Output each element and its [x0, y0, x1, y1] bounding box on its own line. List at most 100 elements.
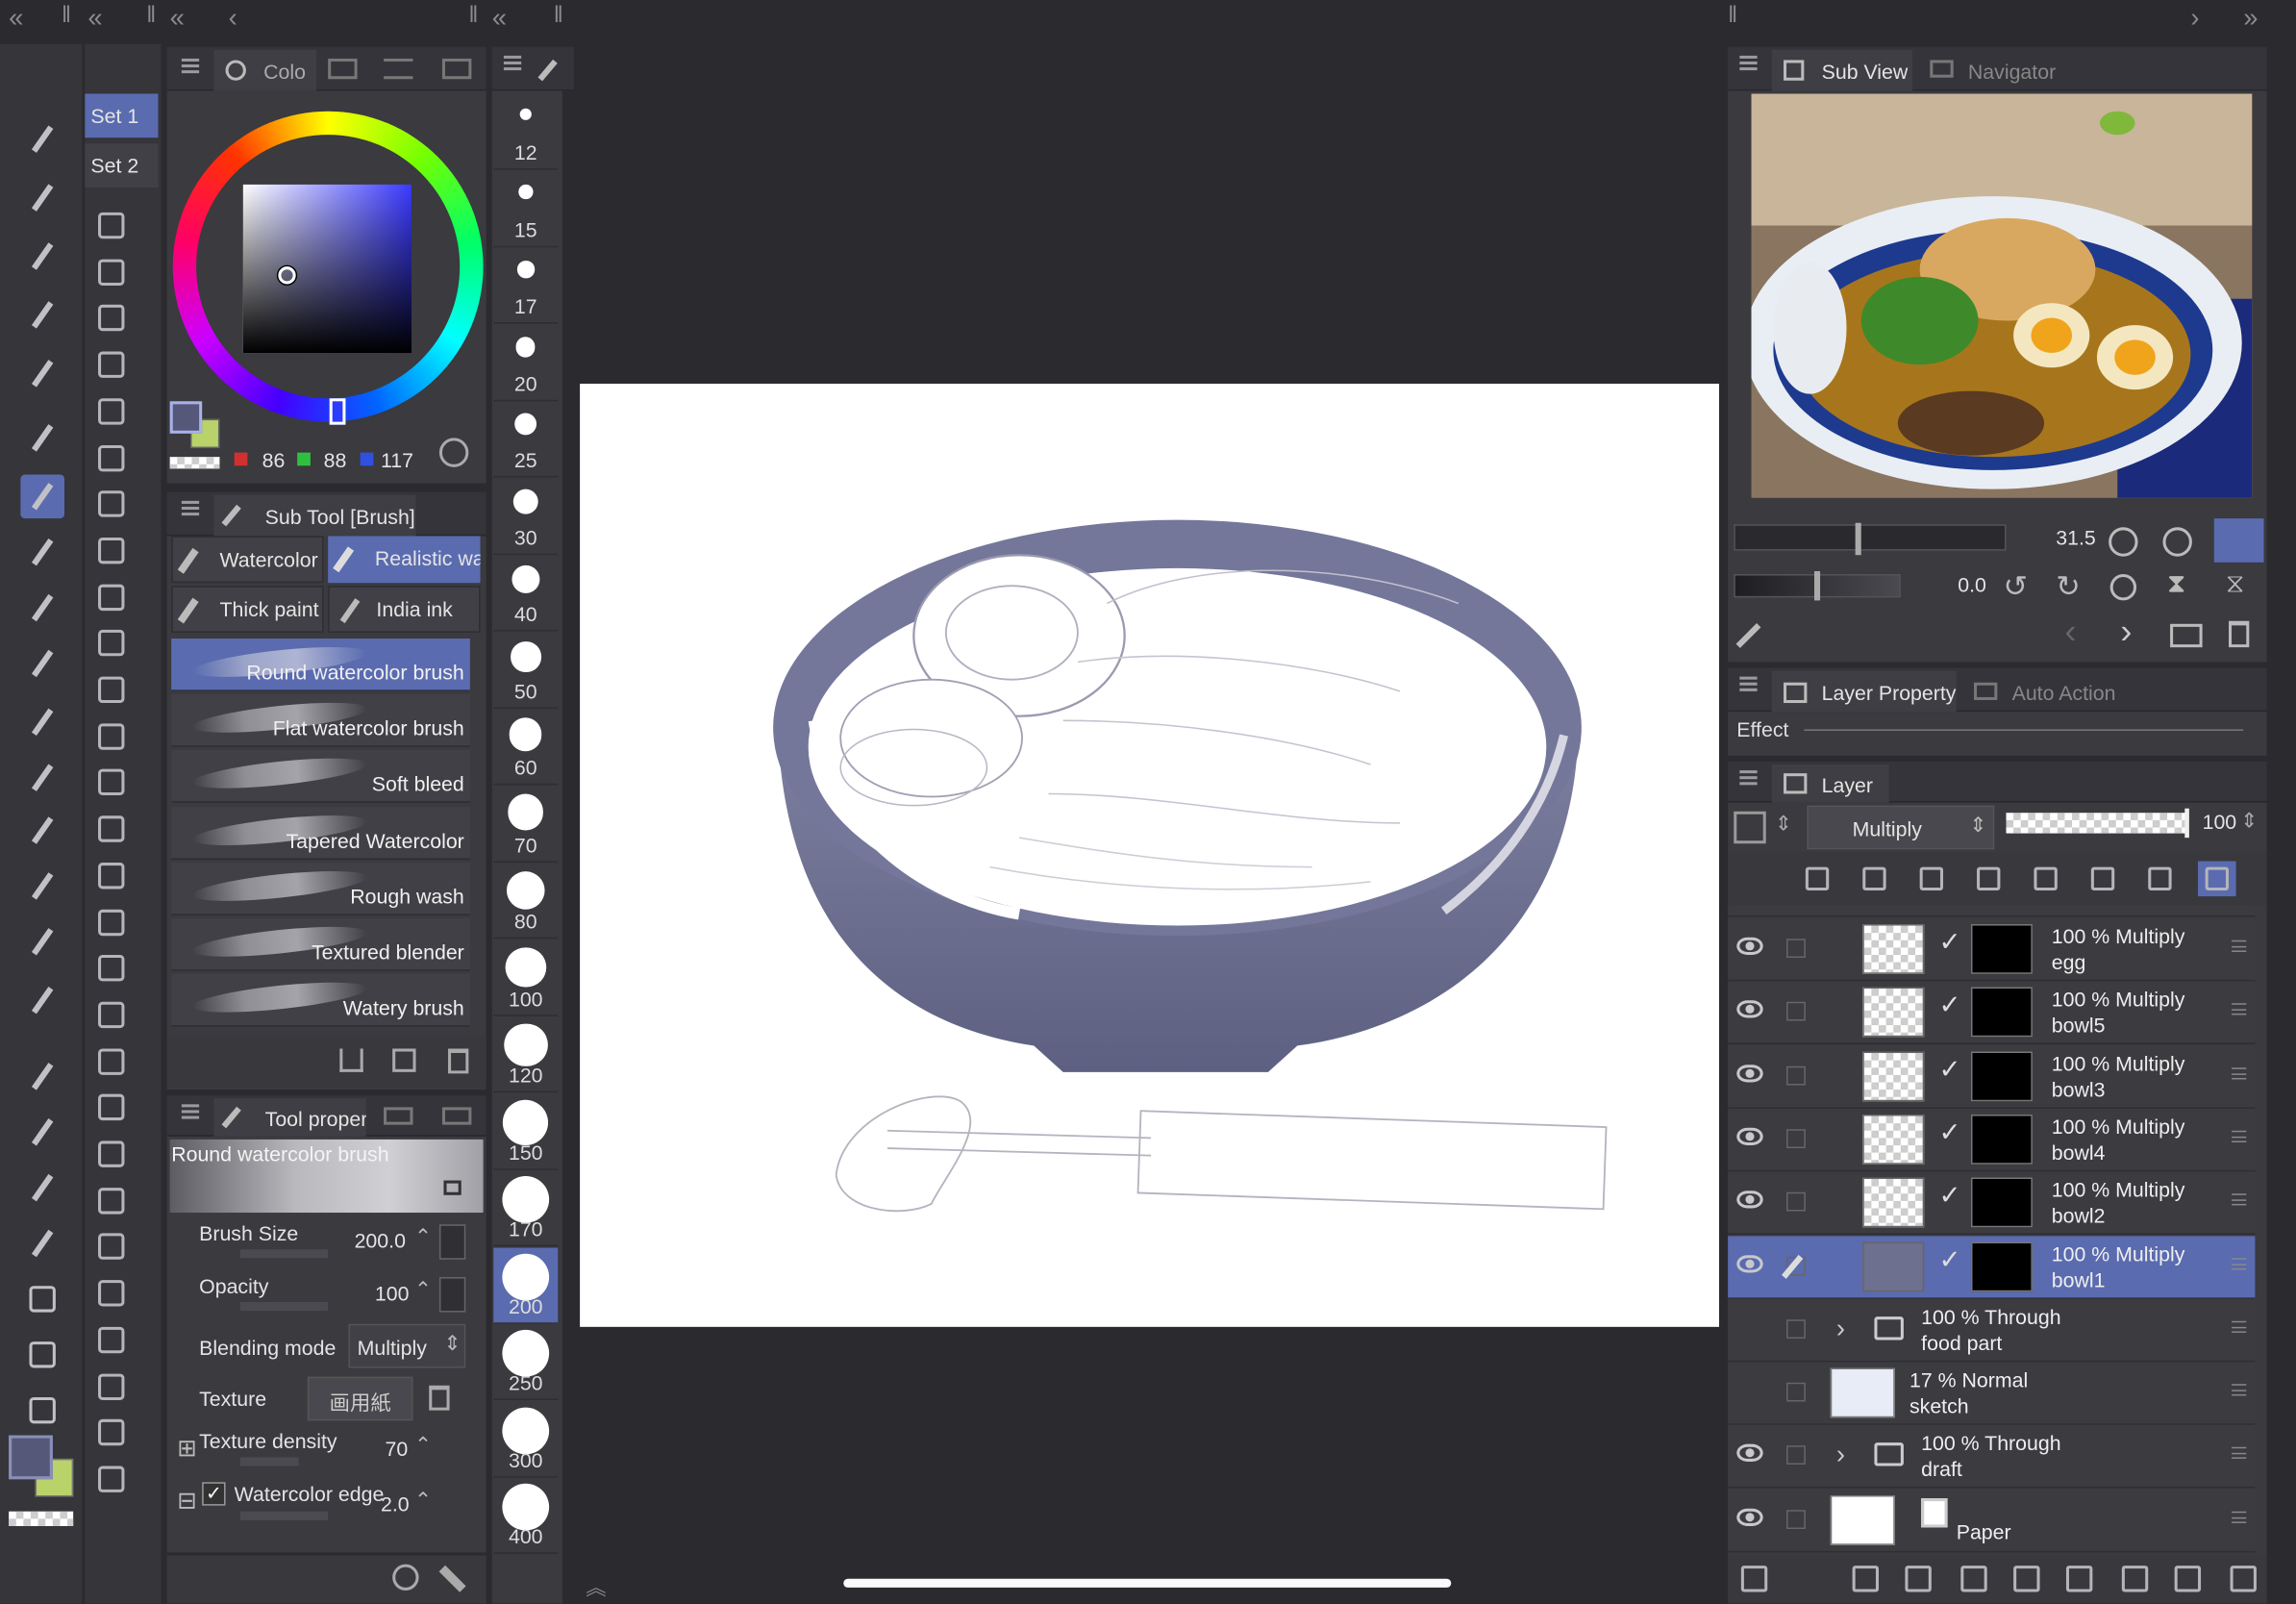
eyedropper-tool-icon[interactable] — [20, 1221, 64, 1266]
text-tool-icon-extra[interactable] — [20, 1277, 64, 1321]
layer-select-checkbox[interactable] — [1786, 1192, 1806, 1212]
panel-split-icon-2[interactable]: ‖ — [146, 3, 156, 29]
layer-select-checkbox[interactable] — [1786, 1509, 1806, 1529]
fit-view-button[interactable] — [2213, 518, 2264, 563]
create-mask-icon[interactable] — [2117, 1562, 2153, 1597]
next-image-icon[interactable]: › — [2120, 613, 2132, 654]
clear-command-icon[interactable] — [90, 576, 132, 617]
layer-row[interactable]: 17 % Normal sketch — [1728, 1362, 2256, 1426]
tool-property-tab[interactable]: Tool proper — [213, 1098, 366, 1137]
subtool-group-india-ink[interactable]: India ink — [328, 586, 481, 633]
layer-opacity-value[interactable]: 100 — [2203, 810, 2237, 833]
navigator-tab[interactable]: Navigator — [1921, 50, 2061, 91]
drag-handle-icon[interactable] — [2232, 1384, 2247, 1396]
brush-size-option[interactable]: 80 — [493, 863, 559, 940]
lock-transparent-icon[interactable] — [2027, 862, 2065, 897]
brush-size-option[interactable]: 50 — [493, 632, 559, 709]
wrench-command-icon[interactable] — [90, 1412, 132, 1453]
copy-text-command-icon[interactable] — [90, 994, 132, 1036]
layer-property-tab[interactable]: Layer Property — [1771, 670, 1957, 713]
import-command-icon[interactable] — [90, 855, 132, 896]
zoom-out-icon[interactable] — [2109, 527, 2138, 557]
brush-shape-tab-icon[interactable] — [441, 1107, 472, 1125]
layer-color-swatch[interactable] — [1734, 811, 1766, 844]
drag-handle-icon[interactable] — [2232, 1447, 2247, 1460]
spiral-command-icon[interactable] — [90, 1366, 132, 1407]
select-pen-command-icon[interactable] — [90, 251, 132, 292]
settings-command-icon[interactable] — [90, 623, 132, 664]
menu-icon-2[interactable] — [181, 500, 200, 516]
eye-icon[interactable] — [1736, 1444, 1763, 1463]
partial-layer-row[interactable] — [1728, 905, 2256, 917]
layer-select-checkbox[interactable] — [1786, 1382, 1806, 1402]
fill-select-tool-icon[interactable] — [20, 235, 64, 279]
layer-row[interactable]: ✓ 100 % Multiply bowl3 — [1728, 1044, 2256, 1109]
ruler-link-icon[interactable] — [2141, 862, 2180, 897]
transform-command-icon[interactable] — [90, 298, 132, 339]
export-command-icon[interactable] — [90, 763, 132, 804]
menu-icon-4[interactable] — [503, 55, 522, 71]
eye-icon[interactable] — [1736, 1000, 1763, 1018]
expand-chevron-icon[interactable]: › — [1836, 1441, 1845, 1471]
opacity-value[interactable]: 100 — [375, 1282, 410, 1305]
rotate-left-icon[interactable]: ↺ — [2003, 568, 2028, 605]
opacity-pressure-icon[interactable] — [438, 1277, 466, 1313]
collapse-left-icon-3[interactable]: « — [170, 3, 185, 34]
layer-row[interactable]: ✓ 100 % Multiply bowl2 — [1728, 1171, 2256, 1236]
distort-command-icon[interactable] — [90, 344, 132, 386]
eye-icon[interactable] — [1736, 1064, 1763, 1082]
color-picker-handle[interactable] — [278, 266, 296, 285]
brush-size-pressure-icon[interactable] — [438, 1224, 466, 1260]
layer-row[interactable]: › 100 % Through draft — [1728, 1425, 2256, 1489]
decoration-tool-icon[interactable] — [20, 586, 64, 630]
texture-density-slider[interactable] — [239, 1457, 299, 1466]
new-raster-layer-icon[interactable] — [1848, 1562, 1884, 1597]
brush-size-option[interactable]: 15 — [493, 170, 559, 247]
lock-icon[interactable] — [443, 1180, 462, 1195]
subtool-group-watercolor[interactable]: Watercolor — [171, 536, 324, 584]
text-tool-icon[interactable] — [20, 1110, 64, 1154]
blend-tool-icon[interactable] — [20, 865, 64, 909]
eye-icon[interactable] — [1736, 937, 1763, 955]
collapse-minus-icon[interactable]: ⊟ — [177, 1487, 196, 1516]
zoom-tool-icon[interactable] — [20, 117, 64, 162]
rotation-slider[interactable] — [1734, 570, 1901, 601]
eye-icon[interactable] — [1736, 1254, 1763, 1272]
new-layer-copy-icon[interactable] — [2170, 1562, 2206, 1597]
small-transparent-color[interactable] — [169, 457, 220, 469]
snap-command-icon[interactable] — [90, 1319, 132, 1361]
color-slider-tab-icon[interactable] — [384, 58, 413, 80]
menu-icon-3[interactable] — [181, 1104, 200, 1119]
airbrush-tool-icon[interactable] — [20, 530, 64, 574]
brush-size-slider[interactable] — [239, 1249, 329, 1259]
brush-size-option[interactable]: 17 — [493, 247, 559, 324]
drag-handle-icon[interactable] — [2232, 1130, 2247, 1142]
subtool-group-realistic[interactable]: Realistic wa — [328, 536, 481, 584]
auto-action-tab[interactable]: Auto Action — [1965, 671, 2120, 713]
watercolor-edge-slider[interactable] — [239, 1511, 329, 1520]
panel-split-icon-4[interactable]: ‖ — [554, 3, 563, 29]
brush-size-option[interactable]: 12 — [493, 93, 559, 170]
brush-size-option[interactable]: 170 — [493, 1170, 559, 1247]
brush-size-option[interactable]: 70 — [493, 786, 559, 863]
brush-size-option[interactable]: 250 — [493, 1324, 559, 1400]
merge-layer-icon[interactable] — [2061, 1562, 2097, 1597]
brush-size-option[interactable]: 60 — [493, 709, 559, 786]
brush-size-option[interactable]: 400 — [493, 1478, 559, 1554]
layers-command-icon[interactable] — [90, 1180, 132, 1221]
layer-row[interactable]: ✓ 100 % Multiply bowl1 — [1728, 1235, 2256, 1299]
new-layer-command-icon[interactable] — [90, 669, 132, 711]
brush-item[interactable]: Textured blender — [171, 917, 470, 971]
hue-handle[interactable] — [329, 398, 346, 425]
brush-size-tab-icon[interactable] — [384, 1107, 413, 1125]
brush-item[interactable]: Flat watercolor brush — [171, 694, 470, 748]
opacity-slider[interactable] — [239, 1301, 329, 1312]
layer-select-checkbox[interactable] — [1786, 1002, 1806, 1021]
eye-icon[interactable] — [1736, 1190, 1763, 1209]
expand-chevron-icon[interactable]: › — [1836, 1314, 1845, 1344]
tool-set-1[interactable]: Set 1 — [85, 93, 159, 138]
layer-mask-thumbnail[interactable] — [1970, 1177, 2033, 1228]
layer-mask-thumbnail[interactable] — [1970, 1114, 2033, 1165]
drag-handle-icon[interactable] — [2232, 1193, 2247, 1206]
layer-row[interactable]: ✓ 100 % Multiply egg — [1728, 917, 2256, 982]
